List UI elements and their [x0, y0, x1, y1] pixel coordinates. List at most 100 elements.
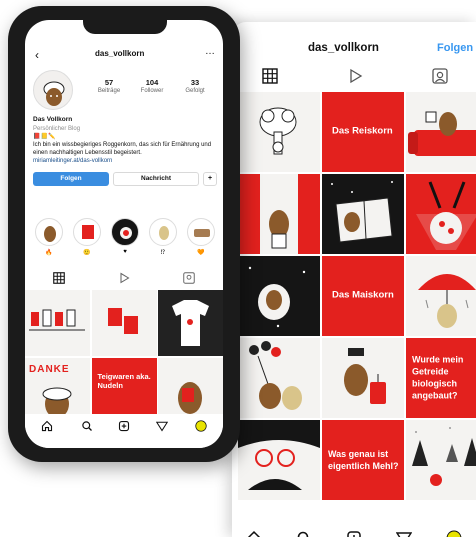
profile-topbar: ‹ das_vollkorn …	[25, 46, 223, 62]
post-tile[interactable]	[238, 420, 320, 500]
highlight-3-label: ♥	[123, 249, 127, 255]
home-icon[interactable]	[246, 530, 262, 537]
profile-avatar-icon[interactable]	[446, 530, 462, 537]
post-tile[interactable]	[238, 256, 320, 336]
post-tile[interactable]	[91, 290, 157, 356]
post-tile[interactable]	[238, 338, 320, 418]
post-title: DANKE	[29, 363, 70, 375]
post-tile[interactable]: Was genau ist eigentlich Mehl?	[322, 420, 404, 500]
highlight-3[interactable]	[111, 218, 139, 246]
search-icon[interactable]	[296, 530, 312, 537]
bio-text: Ich bin ein wissbegieriges Roggenkorn, d…	[33, 141, 212, 157]
tagged-tab-icon[interactable]	[183, 272, 195, 284]
couch-drawing	[408, 111, 476, 156]
stat-followers-label: Follower	[140, 88, 164, 94]
highlight-5-label: 🧡	[197, 250, 205, 256]
space-drawing	[248, 266, 306, 328]
bottom-nav	[25, 414, 223, 448]
bio-emoji: 📕📒✏️	[33, 133, 56, 140]
avatar-character-drawing	[43, 81, 65, 106]
suitcase-drawing	[344, 348, 386, 404]
post-tile[interactable]: Das Maiskorn	[322, 256, 404, 336]
stat-posts-count: 57	[104, 78, 114, 87]
back-header: das_vollkorn Folgen	[232, 38, 476, 60]
book-drawing	[331, 181, 393, 243]
tshirt-drawing	[172, 300, 209, 346]
profile-screen: ‹ das_vollkorn … 57 Beiträge 104 Followe…	[25, 20, 223, 448]
post-tile[interactable]	[238, 92, 320, 172]
highlight-drawing	[159, 226, 169, 240]
profile-bio: Das Vollkorn Persönlicher Blog 📕📒✏️ Ich …	[33, 116, 217, 165]
highlight-drawing	[82, 225, 94, 239]
search-icon[interactable]	[81, 420, 93, 432]
snow-forest-drawing	[412, 427, 476, 486]
bio-name: Das Vollkorn	[33, 116, 73, 123]
story-highlights: 🔥 🙂 ♥ ⁉ 🧡	[25, 218, 223, 256]
profile-stats: 57 Beiträge 104 Follower 33 Gefolgt	[87, 78, 217, 104]
reels-tab-icon[interactable]	[118, 272, 130, 284]
send-icon[interactable]	[396, 530, 412, 537]
tagged-tab-icon[interactable]	[432, 68, 448, 84]
back-arrow-icon[interactable]: ‹	[35, 48, 39, 62]
cards-drawing	[107, 308, 138, 334]
highlight-drawing	[194, 229, 210, 237]
grid-tab-icon[interactable]	[262, 68, 278, 84]
post-tile[interactable]	[322, 338, 404, 418]
post-tile[interactable]	[406, 256, 476, 336]
back-follow-button[interactable]: Folgen	[437, 42, 473, 54]
curtain-drawing	[238, 174, 320, 254]
stat-posts[interactable]: 57 Beiträge	[87, 78, 131, 94]
highlight-2-label: 🙂	[83, 250, 91, 256]
profile-handle: das_vollkorn	[95, 49, 145, 58]
phone-notch	[83, 20, 167, 34]
post-grid: DANKE Teigwaren aka. Nudeln	[25, 290, 223, 424]
umbrella-drawing	[418, 274, 476, 328]
add-post-icon[interactable]	[346, 530, 362, 537]
back-profile-tabs	[232, 68, 476, 90]
post-tile[interactable]: Wurde mein Getreide biologisch angebaut?	[406, 338, 476, 418]
stat-following[interactable]: 33 Gefolgt	[173, 78, 217, 94]
stat-following-count: 33	[190, 78, 200, 87]
post-tile[interactable]	[406, 174, 476, 254]
suggest-user-button[interactable]: +	[203, 172, 217, 186]
reels-tab-icon[interactable]	[347, 68, 363, 84]
post-tile[interactable]	[238, 174, 320, 254]
avatar[interactable]	[33, 70, 73, 110]
follow-button[interactable]: Folgen	[33, 172, 109, 186]
highlight-2[interactable]	[73, 218, 101, 246]
post-title: Wurde mein Getreide biologisch angebaut?	[412, 354, 464, 402]
grid-tab-icon[interactable]	[53, 272, 65, 284]
stat-posts-label: Beiträge	[97, 88, 121, 94]
add-post-icon[interactable]	[118, 420, 130, 432]
post-tile[interactable]	[322, 174, 404, 254]
glasses-face-drawing	[238, 420, 320, 500]
bio-link[interactable]: miriamleitinger.at/das-vollkorn	[33, 157, 217, 165]
highlight-drawing	[44, 226, 56, 242]
highlight-5[interactable]	[187, 218, 215, 246]
highlight-1-label: 🔥	[45, 250, 53, 256]
highlight-1[interactable]	[35, 218, 63, 246]
bio-category: Persönlicher Blog	[33, 125, 81, 132]
profile-avatar-icon[interactable]	[195, 420, 207, 432]
phone-frame: ‹ das_vollkorn … 57 Beiträge 104 Followe…	[8, 6, 240, 462]
more-options-icon[interactable]: …	[205, 46, 215, 57]
back-profile-handle: das_vollkorn	[308, 42, 379, 54]
post-title: Teigwaren aka. Nudeln	[97, 371, 151, 391]
post-title: Das Maiskorn	[332, 289, 394, 301]
post-tile[interactable]	[406, 420, 476, 500]
stat-followers[interactable]: 104 Follower	[130, 78, 174, 94]
post-tile[interactable]	[406, 92, 476, 172]
broccoli-drawing	[259, 107, 297, 155]
profile-tabs	[25, 272, 223, 286]
highlight-4[interactable]	[149, 218, 177, 246]
post-tile[interactable]	[25, 290, 90, 356]
post-title: Das Reiskorn	[332, 125, 393, 137]
send-icon[interactable]	[156, 420, 168, 432]
back-bottom-nav	[232, 522, 476, 537]
message-button[interactable]: Nachricht	[113, 172, 199, 186]
back-post-grid: Das Reiskorn Das Maiskorn Wurde mein Get…	[238, 92, 476, 500]
post-tile[interactable]: Das Reiskorn	[322, 92, 404, 172]
post-tile[interactable]	[158, 290, 223, 356]
home-icon[interactable]	[41, 420, 53, 432]
highlight-4-label: ⁉	[160, 250, 166, 256]
